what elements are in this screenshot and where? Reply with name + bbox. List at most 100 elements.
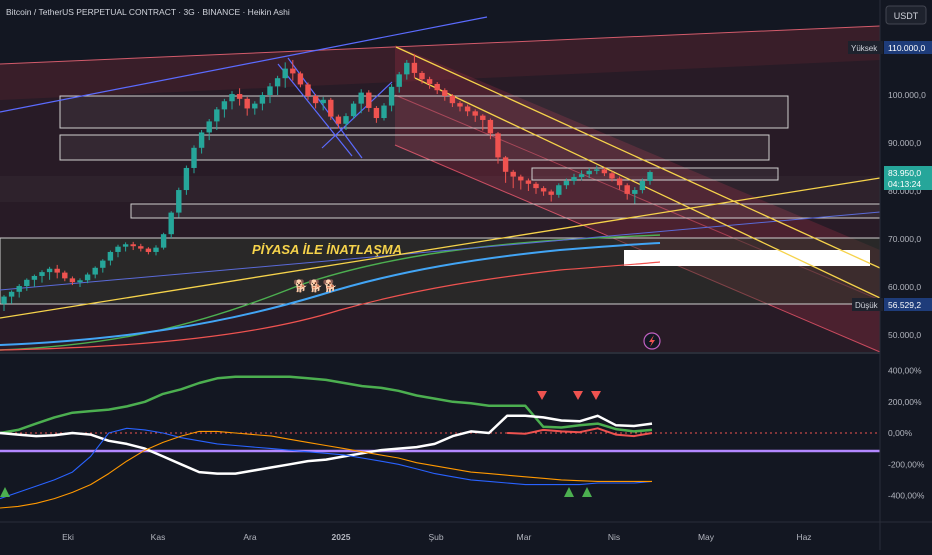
candle-body (320, 99, 326, 104)
candle-body (381, 105, 387, 119)
candle-body (495, 133, 501, 158)
price-tick-label: 90.000,0 (888, 138, 921, 148)
candle-body (115, 246, 121, 252)
candle-body (601, 169, 608, 174)
candle-body (145, 248, 152, 252)
candle-body (502, 157, 509, 172)
candle-body (578, 174, 585, 178)
candle-body (290, 68, 296, 74)
candle-body (16, 286, 22, 292)
candle-body (100, 260, 106, 268)
candle-body (31, 275, 38, 280)
candle-body (130, 244, 136, 247)
symbol-title[interactable]: Bitcoin / TetherUS PERPETUAL CONTRACT · … (6, 7, 290, 17)
low-label: Düşük (855, 301, 879, 310)
candle-body (571, 177, 577, 181)
candle-body (472, 111, 478, 116)
candle-body (624, 185, 630, 194)
candle-body (464, 106, 471, 112)
candle-body (388, 86, 395, 106)
candle-body (411, 62, 418, 73)
candle-body (480, 115, 486, 120)
time-tick-label: Mar (517, 532, 532, 542)
candle-body (647, 172, 653, 181)
candle-body (62, 272, 68, 279)
oscillator-tick-label: -400,00% (888, 491, 925, 501)
time-tick-label: Ara (243, 532, 257, 542)
resistance-box-1 (59, 95, 789, 129)
price-tick-label: 100.000,0 (888, 90, 926, 100)
candle-body (540, 188, 547, 192)
time-tick-label: May (698, 532, 715, 542)
candle-body (305, 84, 311, 96)
time-tick-label: Şub (428, 532, 443, 542)
candle-body (297, 73, 304, 85)
price-box-faint (0, 176, 880, 202)
candle-body (350, 103, 357, 117)
candle-body (548, 191, 554, 195)
low-value: 56.529,2 (888, 300, 921, 310)
candle-body (442, 90, 448, 96)
time-tick-label: 2025 (332, 532, 351, 542)
candle-body (366, 92, 372, 108)
candle-body (358, 92, 364, 104)
oscillator-tick-label: 200,00% (888, 397, 922, 407)
white-highlight-box (624, 250, 870, 266)
candle-body (609, 173, 615, 179)
trading-chart[interactable]: PİYASA İLE İNATLAŞMA 🐕🐕🐕 100.000,0 90.000… (0, 0, 932, 550)
candle-body (176, 190, 182, 213)
candle (168, 211, 174, 239)
candle-body (168, 212, 174, 235)
candle (381, 103, 387, 121)
time-tick-label: Eki (62, 532, 74, 542)
candle (160, 232, 167, 250)
candle-body (8, 291, 15, 297)
candle-body (510, 171, 516, 177)
candle-body (404, 62, 410, 75)
time-tick-label: Nis (608, 532, 620, 542)
oscillator-tick-label: 0,00% (888, 428, 913, 438)
candle-body (426, 79, 433, 84)
candle-body (107, 251, 114, 261)
candle-body (221, 101, 228, 110)
candle-body (312, 95, 319, 104)
high-label: Yüksek (851, 44, 878, 53)
high-value: 110.000,0 (888, 43, 925, 53)
price-tick-label: 50.000,0 (888, 330, 921, 340)
chart-stage: PİYASA İLE İNATLAŞMA 🐕🐕🐕 100.000,0 90.000… (0, 0, 932, 550)
candle-body (236, 94, 243, 99)
last-price-label: 83.950,0 (888, 168, 921, 178)
candle-body (214, 109, 220, 122)
candle-body (84, 274, 91, 281)
candle-body (183, 167, 190, 191)
dog-emoji-icons: 🐕🐕🐕 (293, 279, 338, 293)
candle-body (138, 246, 144, 249)
candle-body (274, 78, 281, 87)
candle-body (244, 98, 250, 109)
candle-body (616, 178, 623, 186)
lightning-icon[interactable] (643, 332, 661, 350)
candle-body (419, 72, 425, 80)
candle-body (518, 176, 524, 181)
candle-body (556, 185, 562, 195)
time-tick-label: Haz (796, 532, 811, 542)
candle-body (54, 268, 60, 273)
candle-body (533, 183, 539, 189)
candle-body (434, 83, 440, 91)
support-box-1 (130, 203, 881, 219)
candle-body (229, 94, 235, 102)
candle-body (252, 103, 258, 109)
candle-body (122, 244, 129, 247)
resistance-box-2 (59, 134, 770, 161)
candle-body (282, 68, 288, 79)
candle-body (77, 280, 83, 283)
time-tick-label: Kas (151, 532, 166, 542)
candle-body (206, 121, 212, 133)
candle-body (487, 119, 494, 134)
candle-body (632, 190, 638, 194)
candle-body (563, 180, 570, 186)
candle-body (594, 169, 600, 171)
candle-body (457, 103, 463, 107)
candle-body (198, 132, 205, 148)
oscillator-tick-label: 400,00% (888, 366, 922, 376)
